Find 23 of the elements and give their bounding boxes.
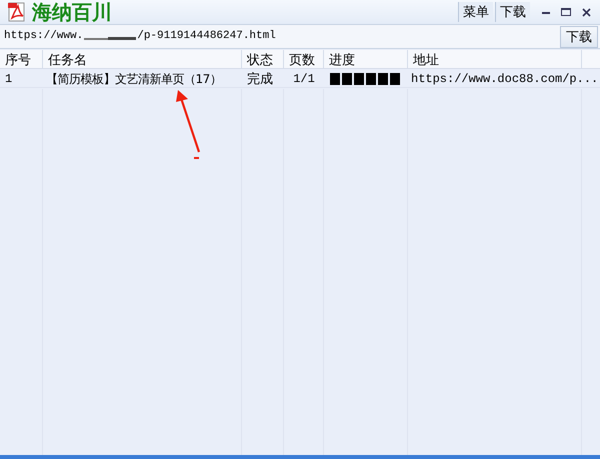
download-button[interactable]: 下载 (560, 26, 598, 48)
column-header[interactable]: 状态 (242, 50, 284, 69)
close-icon (582, 8, 590, 16)
progress-fill (330, 72, 402, 85)
url-text: https://www. (4, 29, 84, 44)
pdf-icon (8, 2, 26, 22)
column-header[interactable]: 任务名 (43, 50, 242, 69)
column-header[interactable]: 页数 (284, 50, 324, 69)
column-header[interactable]: 地址 (408, 50, 582, 69)
table-cell-text: 1 (4, 70, 14, 88)
url-text: /p-9119144486247.html (137, 29, 276, 44)
maximize-icon (561, 8, 571, 16)
download-button[interactable]: 下载 (495, 2, 530, 22)
column-header[interactable]: 序号 (0, 50, 43, 69)
table-cell-text: 1/1 (292, 70, 316, 88)
table-cell-text: 【简历模板】文艺清新单页（17） (45, 70, 222, 88)
column-header[interactable]: 进度 (324, 50, 408, 69)
table-cell-text: https://www.doc88.com/p... (410, 70, 598, 88)
window-title: 海纳百川 (32, 2, 112, 22)
minimize-icon (542, 10, 550, 14)
url-field[interactable]: https://www. /p-9119144486247.html (0, 26, 560, 48)
menu-button[interactable]: 菜单 (458, 2, 493, 22)
table-cell-text: 完成 (246, 70, 274, 88)
